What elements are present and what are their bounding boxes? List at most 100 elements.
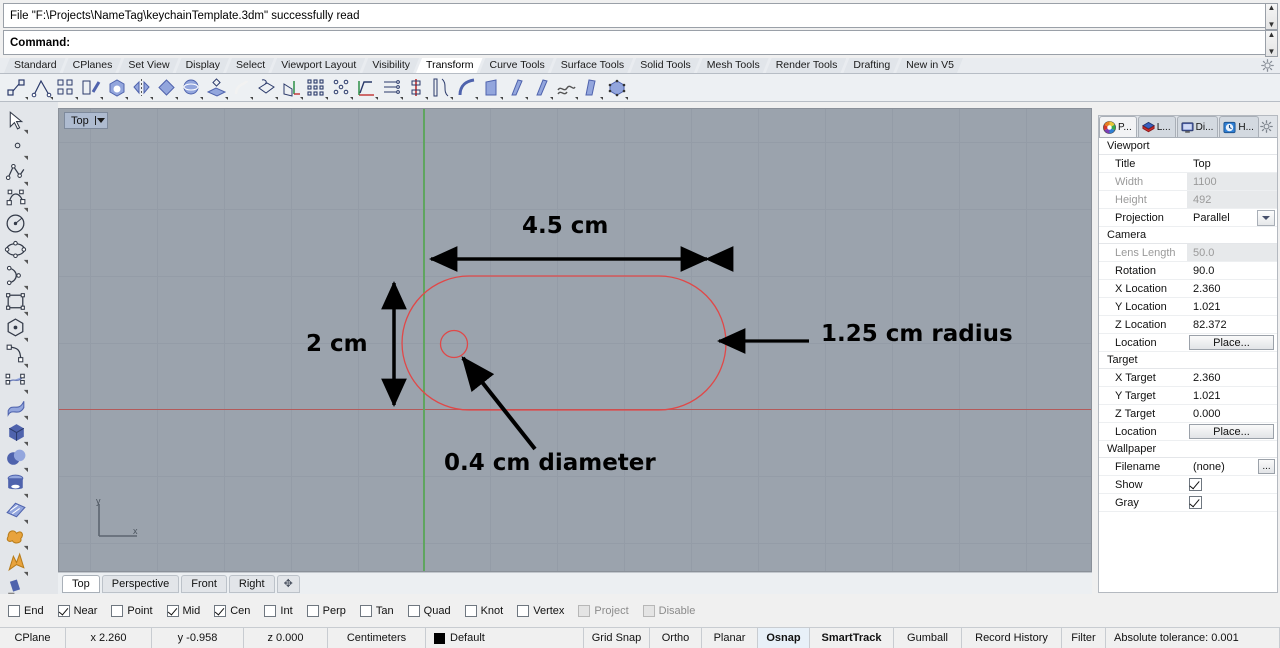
scroll-down-icon-2[interactable]: ▼ — [1268, 48, 1276, 56]
viewport-title[interactable]: Top — [64, 112, 108, 129]
twist-icon[interactable] — [255, 76, 278, 100]
panel-tab-properties[interactable]: P... — [1099, 116, 1137, 137]
array-linear-icon[interactable] — [380, 76, 403, 100]
toolbar-tab-mesh-tools[interactable]: Mesh Tools — [697, 58, 769, 73]
toolbar-tab-display[interactable]: Display — [176, 58, 229, 73]
toolbar-tab-drafting[interactable]: Drafting — [843, 58, 899, 73]
scroll-down-icon[interactable]: ▼ — [1268, 21, 1276, 29]
osnap-near[interactable]: Near — [57, 604, 97, 617]
panel-value-z-location[interactable]: 82.372 — [1187, 319, 1277, 331]
surface-loft-icon[interactable] — [4, 394, 31, 421]
panel-browse-button-filename[interactable]: ... — [1258, 459, 1275, 474]
status-toggle-smarttrack[interactable]: SmartTrack — [810, 628, 894, 648]
scroll-up-icon-2[interactable]: ▲ — [1268, 31, 1276, 39]
taper-icon[interactable] — [430, 76, 453, 100]
status-layer[interactable]: Default — [426, 628, 584, 648]
maelstrom-icon[interactable] — [580, 76, 603, 100]
osnap-checkbox-int[interactable] — [264, 604, 277, 617]
panel-button-location-place[interactable]: Place... — [1189, 335, 1274, 350]
status-toggle-filter[interactable]: Filter — [1062, 628, 1106, 648]
copy-icon[interactable] — [80, 76, 103, 100]
osnap-point[interactable]: Point — [111, 604, 153, 617]
project-icon[interactable] — [205, 76, 228, 100]
smooth-icon[interactable] — [480, 76, 503, 100]
osnap-checkbox-point[interactable] — [111, 604, 124, 617]
set-points-icon[interactable] — [280, 76, 303, 100]
move-icon[interactable] — [5, 76, 28, 100]
osnap-checkbox-perp[interactable] — [306, 604, 319, 617]
toolbar-tab-new-in-v5[interactable]: New in V5 — [896, 58, 963, 73]
osnap-end[interactable]: End — [8, 604, 44, 617]
polyline-icon[interactable] — [4, 160, 31, 187]
status-cplane[interactable]: CPlane — [0, 628, 66, 648]
toolbar-tab-transform[interactable]: Transform — [416, 58, 482, 73]
panel-button-location-place[interactable]: Place... — [1189, 424, 1274, 439]
orient-on-surface-icon[interactable] — [180, 76, 203, 100]
osnap-checkbox-mid[interactable] — [166, 604, 179, 617]
array-along-curve-icon[interactable] — [30, 76, 53, 100]
viewport-tab-front[interactable]: Front — [181, 574, 227, 593]
panel-tab-display[interactable]: Di... — [1176, 116, 1219, 137]
panel-value-x-location[interactable]: 2.360 — [1187, 283, 1277, 295]
status-toggle-osnap[interactable]: Osnap — [758, 628, 810, 648]
status-toggle-record-history[interactable]: Record History — [962, 628, 1062, 648]
osnap-checkbox-near[interactable] — [57, 604, 70, 617]
panel-tab-layers[interactable]: L... — [1137, 116, 1176, 137]
command-prompt-scrollbar[interactable]: ▲ ▼ — [1265, 30, 1278, 57]
status-units[interactable]: Centimeters — [328, 628, 426, 648]
toolbar-options-gear-icon[interactable] — [1261, 59, 1274, 72]
array-icon[interactable] — [55, 76, 78, 100]
osnap-perp[interactable]: Perp — [306, 604, 346, 617]
panel-value-rotation[interactable]: 90.0 — [1187, 265, 1277, 277]
ellipse-icon[interactable] — [4, 238, 31, 265]
box-icon[interactable] — [4, 420, 31, 447]
extrude-surface-icon[interactable] — [4, 498, 31, 525]
toolbar-tab-set-view[interactable]: Set View — [118, 58, 178, 73]
osnap-int[interactable]: Int — [264, 604, 293, 617]
curve-control-points-icon[interactable] — [4, 186, 31, 213]
array-polar-icon[interactable] — [330, 76, 353, 100]
flow-along-surface-icon[interactable] — [455, 76, 478, 100]
rectangle-icon[interactable] — [4, 290, 31, 317]
viewport-tab-right[interactable]: Right — [228, 574, 275, 593]
flow-icon[interactable] — [230, 76, 253, 100]
toolbar-tab-surface-tools[interactable]: Surface Tools — [551, 58, 633, 73]
boolean-union-icon[interactable] — [4, 524, 31, 551]
osnap-checkbox-end[interactable] — [8, 604, 20, 617]
panel-tab-help[interactable]: H... — [1219, 116, 1259, 137]
toolbar-tab-solid-tools[interactable]: Solid Tools — [630, 58, 700, 73]
command-history-scrollbar[interactable]: ▲ ▼ — [1265, 3, 1278, 30]
splop-icon[interactable] — [555, 76, 578, 100]
polygon-icon[interactable] — [4, 316, 31, 343]
viewport-tab-perspective[interactable]: Perspective — [101, 574, 180, 593]
panel-checkbox-gray[interactable] — [1189, 496, 1202, 509]
flow-arrow-icon[interactable] — [605, 76, 628, 100]
osnap-knot[interactable]: Knot — [464, 604, 503, 617]
panel-value-projection[interactable]: Parallel — [1187, 212, 1257, 224]
surface-control-points-icon[interactable] — [4, 368, 31, 395]
osnap-vertex[interactable]: Vertex — [517, 604, 564, 617]
mirror-icon[interactable] — [130, 76, 153, 100]
panel-value-y-target[interactable]: 1.021 — [1187, 390, 1277, 402]
toolbar-tab-select[interactable]: Select — [226, 58, 274, 73]
panel-options-gear-icon[interactable] — [1260, 120, 1273, 133]
array-rectangular-icon[interactable] — [305, 76, 328, 100]
osnap-checkbox-vertex[interactable] — [517, 604, 530, 617]
panel-checkbox-show[interactable] — [1189, 478, 1202, 491]
status-toggle-planar[interactable]: Planar — [702, 628, 758, 648]
point-icon[interactable] — [4, 134, 31, 161]
panel-dropdown-chevron-projection[interactable] — [1257, 209, 1275, 226]
top-viewport[interactable]: 4.5 cm 2 cm 1.25 cm radius 0.4 cm diamet… — [58, 108, 1092, 572]
toolbar-tab-viewport-layout[interactable]: Viewport Layout — [271, 58, 365, 73]
curve-blend-icon[interactable] — [4, 342, 31, 369]
osnap-mid[interactable]: Mid — [166, 604, 200, 617]
osnap-checkbox-tan[interactable] — [359, 604, 372, 617]
sporph-icon[interactable] — [505, 76, 528, 100]
toolbar-tab-curve-tools[interactable]: Curve Tools — [480, 58, 554, 73]
osnap-checkbox-cen[interactable] — [214, 604, 227, 617]
arc-icon[interactable] — [4, 264, 31, 291]
toolbar-tab-standard[interactable]: Standard — [4, 58, 66, 73]
osnap-checkbox-knot[interactable] — [464, 604, 477, 617]
status-toggle-ortho[interactable]: Ortho — [650, 628, 702, 648]
sphere-icon[interactable] — [4, 446, 31, 473]
